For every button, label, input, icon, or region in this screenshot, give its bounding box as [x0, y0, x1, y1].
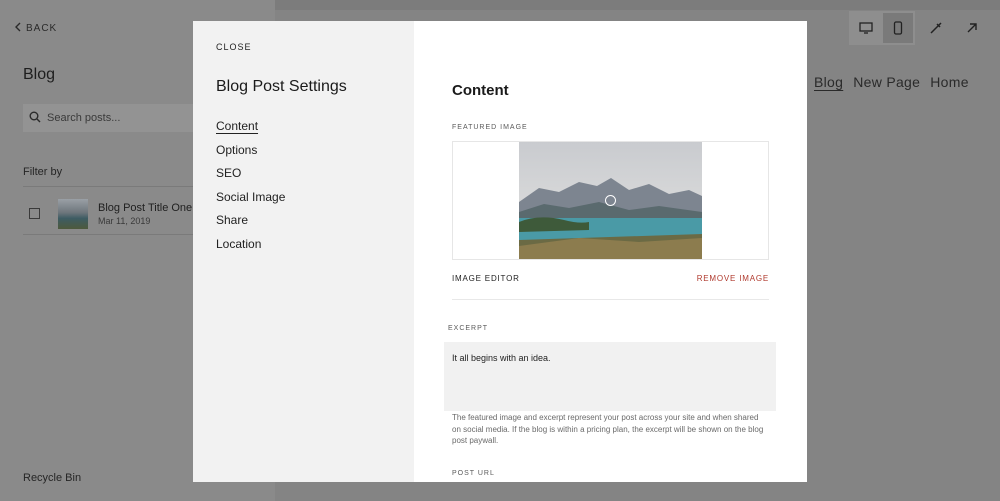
focal-point-handle[interactable]	[605, 195, 616, 206]
tab-share[interactable]: Share	[216, 213, 285, 229]
divider	[452, 299, 769, 300]
settings-nav: Content Options SEO Social Image Share L…	[216, 119, 285, 253]
desktop-icon[interactable]	[851, 13, 881, 43]
remove-image-button[interactable]: REMOVE IMAGE	[697, 274, 769, 283]
modal-sidebar: CLOSE Blog Post Settings Content Options…	[193, 21, 414, 482]
chevron-left-icon	[14, 22, 21, 35]
back-button[interactable]: BACK	[14, 22, 57, 35]
recycle-bin-link[interactable]: Recycle Bin	[23, 472, 81, 484]
excerpt-helper-text: The featured image and excerpt represent…	[452, 413, 764, 445]
panel-title: Blog	[23, 66, 56, 83]
blog-post-settings-modal: CLOSE Blog Post Settings Content Options…	[193, 21, 807, 482]
tab-location[interactable]: Location	[216, 237, 285, 253]
arrow-up-right-icon[interactable]	[957, 13, 987, 43]
close-button[interactable]: CLOSE	[216, 42, 252, 52]
modal-content: Content FEATURED IMAGE IMAGE EDITOR REMO…	[414, 21, 807, 482]
image-actions: IMAGE EDITOR REMOVE IMAGE	[452, 274, 769, 283]
site-nav: Blog New Page Home	[814, 74, 969, 90]
section-title: Content	[452, 82, 509, 99]
search-placeholder: Search posts...	[47, 112, 121, 124]
image-editor-button[interactable]: IMAGE EDITOR	[452, 274, 520, 283]
post-checkbox[interactable]	[29, 208, 40, 219]
post-url-label: POST URL	[452, 470, 495, 477]
preview-toolbar	[807, 11, 987, 45]
filter-label[interactable]: Filter by	[23, 166, 62, 178]
featured-image-frame[interactable]	[452, 141, 769, 260]
device-toggle	[849, 11, 915, 45]
post-date: Mar 11, 2019	[98, 215, 151, 226]
tab-content[interactable]: Content	[216, 119, 285, 135]
modal-title: Blog Post Settings	[216, 78, 347, 95]
featured-image	[519, 142, 702, 259]
excerpt-label: EXCERPT	[448, 325, 489, 332]
paintbrush-icon[interactable]	[921, 13, 951, 43]
back-label: BACK	[26, 23, 58, 34]
tab-seo[interactable]: SEO	[216, 166, 285, 182]
nav-link-blog[interactable]: Blog	[814, 74, 843, 90]
featured-image-label: FEATURED IMAGE	[452, 124, 528, 131]
mobile-icon[interactable]	[883, 13, 913, 43]
post-title: Blog Post Title One	[98, 201, 193, 214]
tab-options[interactable]: Options	[216, 143, 285, 159]
post-thumbnail	[58, 198, 88, 229]
nav-link-new-page[interactable]: New Page	[853, 74, 920, 90]
tab-social-image[interactable]: Social Image	[216, 190, 285, 206]
search-icon	[29, 111, 41, 126]
nav-link-home[interactable]: Home	[930, 74, 969, 90]
excerpt-field[interactable]: It all begins with an idea.	[444, 342, 776, 411]
